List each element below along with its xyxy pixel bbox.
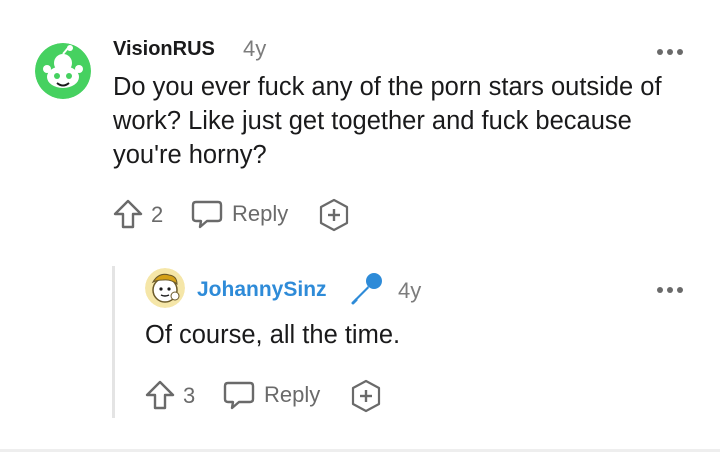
reply-award-button[interactable] [349, 379, 383, 413]
reply-reply-label: Reply [264, 382, 321, 407]
more-options-icon [657, 287, 683, 293]
reply-upvote-count: 3 [183, 383, 196, 408]
reply-reply-button[interactable]: Reply [222, 379, 320, 411]
reply-upvote-button[interactable] [144, 379, 176, 411]
divider [0, 449, 720, 452]
reply-avatar[interactable] [145, 268, 185, 308]
microphone-icon [351, 273, 382, 305]
comment-reply-label: Reply [232, 201, 289, 226]
comment-upvote-button[interactable] [112, 198, 144, 230]
comment-reply-button[interactable]: Reply [190, 198, 288, 230]
reply-more-options-button[interactable] [656, 282, 686, 300]
comment-more-options-button[interactable] [656, 44, 686, 62]
more-options-icon [657, 49, 683, 55]
reply-timestamp: 4y [398, 278, 422, 303]
user-flair-badge [349, 270, 385, 311]
reply-username[interactable]: JohannySinz [197, 278, 327, 302]
add-award-icon [319, 198, 349, 232]
upvote-arrow-icon [113, 199, 143, 229]
speech-bubble-icon [191, 200, 223, 229]
reddit-snoo-avatar-icon [35, 43, 91, 99]
upvote-arrow-icon [145, 380, 175, 410]
comment-award-button[interactable] [317, 198, 351, 232]
comment-username[interactable]: VisionRUS [113, 38, 215, 61]
speech-bubble-icon [223, 381, 255, 410]
comment-upvote-count: 2 [151, 202, 164, 227]
avatar[interactable] [35, 43, 91, 99]
comment-timestamp: 4y [243, 36, 267, 61]
reply-body: Of course, all the time. [145, 321, 401, 349]
thread-line[interactable] [112, 266, 115, 418]
comment-body: Do you ever fuck any of the porn stars o… [113, 73, 662, 169]
cartoon-avatar-icon [145, 268, 185, 308]
add-award-icon [351, 379, 381, 413]
